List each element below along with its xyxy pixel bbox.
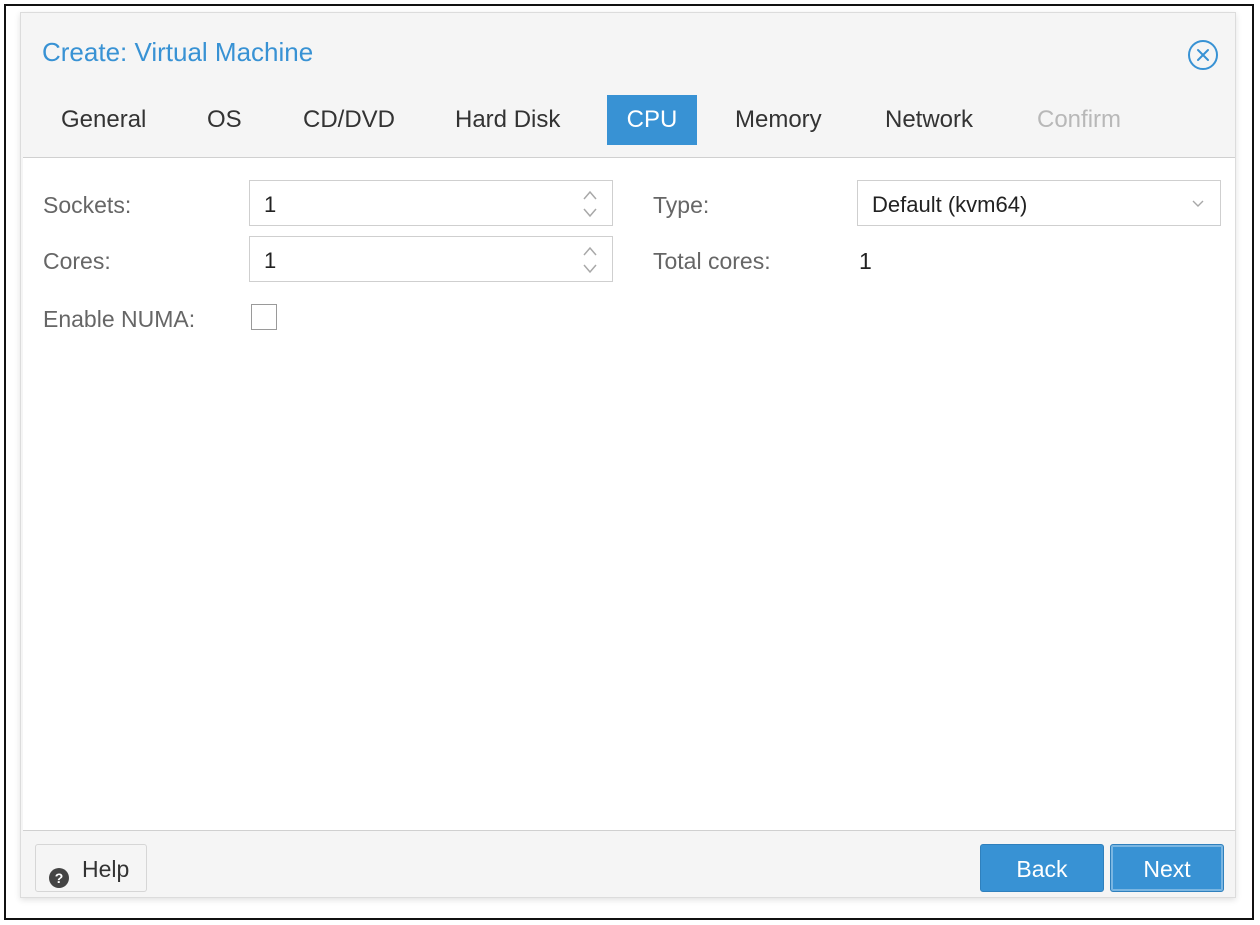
cpu-type-value: Default (kvm64) bbox=[872, 192, 1028, 217]
enable-numa-checkbox[interactable] bbox=[251, 304, 277, 330]
create-vm-dialog: Create: Virtual Machine General OS CD/DV… bbox=[20, 12, 1236, 898]
tab-general[interactable]: General bbox=[43, 95, 164, 145]
dialog-title: Create: Virtual Machine bbox=[42, 37, 314, 67]
dialog-footer: ? Help Back Next bbox=[21, 831, 1235, 899]
close-icon[interactable] bbox=[1187, 39, 1219, 71]
cpu-settings-panel: Sockets: 1 Cores: 1 Enable NUMA: Type: D… bbox=[23, 157, 1235, 831]
sockets-label: Sockets: bbox=[43, 192, 132, 218]
dialog-titlebar: Create: Virtual Machine bbox=[21, 13, 1235, 85]
tab-os[interactable]: OS bbox=[189, 95, 260, 145]
tab-cpu[interactable]: CPU bbox=[607, 95, 697, 145]
cores-label: Cores: bbox=[43, 248, 111, 274]
help-button[interactable]: ? Help bbox=[35, 844, 147, 892]
svg-text:?: ? bbox=[55, 870, 64, 886]
enable-numa-label: Enable NUMA: bbox=[43, 306, 196, 332]
next-button[interactable]: Next bbox=[1110, 844, 1224, 892]
tab-hard-disk[interactable]: Hard Disk bbox=[437, 95, 578, 145]
tab-memory[interactable]: Memory bbox=[717, 95, 840, 145]
question-circle-icon: ? bbox=[48, 857, 70, 888]
spinner-arrows-icon[interactable] bbox=[580, 187, 600, 221]
wizard-tabbar: General OS CD/DVD Hard Disk CPU Memory N… bbox=[21, 95, 1235, 157]
sockets-value: 1 bbox=[264, 192, 277, 217]
total-cores-label: Total cores: bbox=[653, 248, 771, 274]
chevron-down-icon[interactable] bbox=[1190, 197, 1206, 209]
tab-network[interactable]: Network bbox=[867, 95, 991, 145]
back-button[interactable]: Back bbox=[980, 844, 1104, 892]
cores-spinner[interactable]: 1 bbox=[249, 236, 613, 282]
total-cores-value: 1 bbox=[859, 248, 872, 274]
spinner-arrows-icon[interactable] bbox=[580, 243, 600, 277]
cores-value: 1 bbox=[264, 248, 277, 273]
type-label: Type: bbox=[653, 192, 710, 218]
tab-confirm: Confirm bbox=[1037, 106, 1122, 133]
tab-cd-dvd[interactable]: CD/DVD bbox=[285, 95, 413, 145]
cpu-type-select[interactable]: Default (kvm64) bbox=[857, 180, 1221, 226]
sockets-spinner[interactable]: 1 bbox=[249, 180, 613, 226]
help-button-label: Help bbox=[82, 856, 130, 882]
